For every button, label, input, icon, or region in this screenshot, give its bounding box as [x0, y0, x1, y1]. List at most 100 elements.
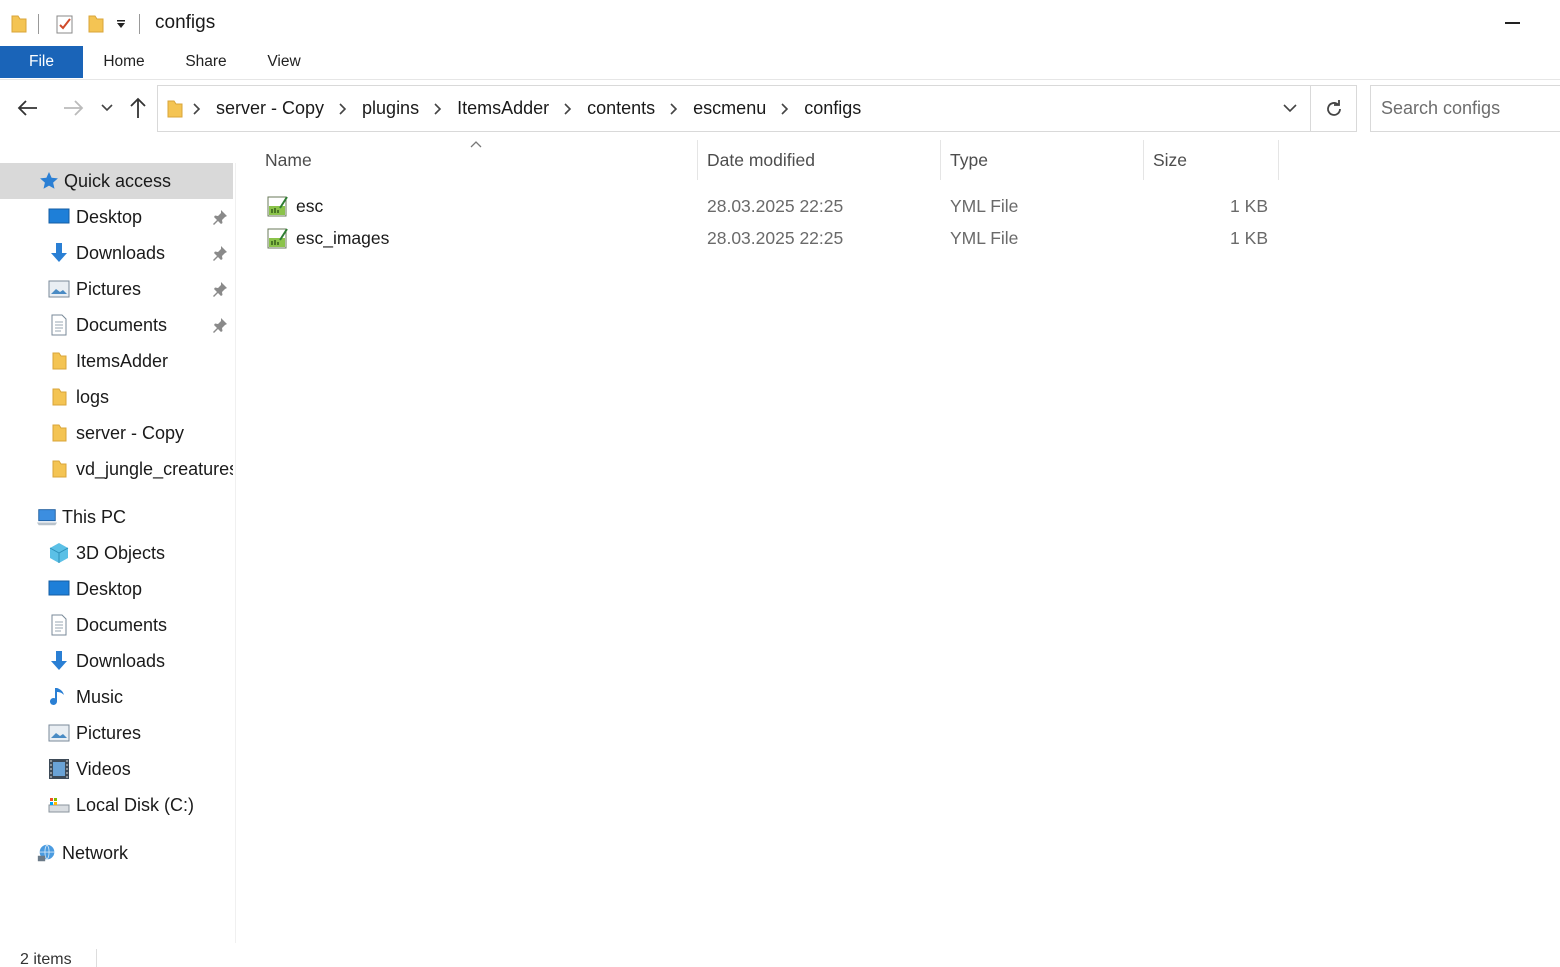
- sidebar-item-label: Network: [62, 842, 129, 863]
- tab-file[interactable]: File: [0, 46, 83, 78]
- search-input[interactable]: [1371, 86, 1560, 131]
- new-folder-icon[interactable]: [87, 14, 105, 34]
- sidebar-item-label: Downloads: [76, 242, 166, 263]
- file-size: 1 KB: [1230, 196, 1268, 216]
- local-disk-icon: [48, 794, 70, 816]
- minimize-button[interactable]: [1490, 8, 1534, 38]
- chevron-right-icon[interactable]: [778, 102, 792, 116]
- column-header-size[interactable]: Size: [1153, 138, 1187, 182]
- sidebar-item-quick-access[interactable]: Quick access: [0, 163, 233, 199]
- arrow-right-icon: [64, 100, 84, 116]
- column-header-date-modified[interactable]: Date modified: [707, 138, 815, 182]
- breadcrumb-escmenu[interactable]: escmenu: [687, 98, 772, 119]
- documents-icon: [48, 614, 70, 636]
- file-size: 1 KB: [1230, 228, 1268, 248]
- chevron-right-icon[interactable]: [431, 102, 445, 116]
- network-icon: [36, 842, 58, 864]
- sidebar-item-label: Pictures: [76, 278, 142, 299]
- file-row[interactable]: esc 28.03.2025 22:25 YML File 1 KB: [258, 190, 1288, 222]
- recent-locations-button[interactable]: [91, 92, 123, 124]
- chevron-right-icon[interactable]: [667, 102, 681, 116]
- pin-icon: [213, 282, 227, 297]
- pictures-icon: [48, 278, 70, 300]
- refresh-button[interactable]: [1310, 86, 1357, 131]
- tab-view[interactable]: View: [256, 46, 312, 78]
- documents-icon: [48, 314, 70, 336]
- sidebar-item-music[interactable]: Music: [0, 679, 233, 715]
- column-header-type[interactable]: Type: [950, 138, 988, 182]
- sidebar-item-local-disk[interactable]: Local Disk (C:): [0, 787, 233, 823]
- sidebar-item-downloads[interactable]: Downloads: [0, 235, 233, 271]
- file-name: esc_images: [296, 228, 390, 248]
- sidebar-item-server-copy[interactable]: server - Copy: [0, 415, 233, 451]
- folder-icon[interactable]: [10, 14, 28, 34]
- up-button[interactable]: [122, 92, 154, 124]
- search-box[interactable]: [1370, 85, 1560, 132]
- status-divider: [96, 949, 97, 967]
- sidebar-item-3d-objects[interactable]: 3D Objects: [0, 535, 233, 571]
- sidebar-item-documents-pc[interactable]: Documents: [0, 607, 233, 643]
- sidebar-item-documents[interactable]: Documents: [0, 307, 233, 343]
- sidebar-item-label: Music: [76, 686, 124, 707]
- file-date-modified: 28.03.2025 22:25: [707, 228, 844, 248]
- sidebar-item-label: Quick access: [64, 170, 172, 191]
- sidebar-item-label: logs: [76, 386, 110, 407]
- column-divider[interactable]: [697, 140, 698, 180]
- forward-button[interactable]: [57, 92, 89, 124]
- refresh-icon: [1327, 99, 1341, 116]
- tab-share[interactable]: Share: [176, 46, 236, 78]
- sidebar-item-label: vd_jungle_creatures1: [76, 458, 233, 479]
- folder-icon: [48, 458, 70, 480]
- sidebar-item-label: Videos: [76, 758, 131, 779]
- tab-home[interactable]: Home: [92, 46, 156, 78]
- sidebar-item-vd-jungle-creatures[interactable]: vd_jungle_creatures1: [0, 451, 233, 487]
- navigation-bar: server - Copy plugins ItemsAdder content…: [0, 80, 1560, 138]
- sidebar-item-label: server - Copy: [76, 422, 185, 443]
- yml-file-icon: [267, 196, 288, 217]
- breadcrumb: server - Copy plugins ItemsAdder content…: [158, 86, 867, 131]
- back-button[interactable]: [12, 92, 44, 124]
- sidebar-item-pictures-pc[interactable]: Pictures: [0, 715, 233, 751]
- sidebar-item-label: Documents: [76, 314, 168, 335]
- folder-icon: [167, 100, 183, 117]
- sidebar-item-logs[interactable]: logs: [0, 379, 233, 415]
- breadcrumb-itemsadder[interactable]: ItemsAdder: [451, 98, 555, 119]
- desktop-icon: [48, 578, 70, 600]
- sidebar-item-label: 3D Objects: [76, 542, 166, 563]
- downloads-icon: [48, 650, 70, 672]
- file-row[interactable]: esc_images 28.03.2025 22:25 YML File 1 K…: [258, 222, 1288, 254]
- sidebar-item-this-pc[interactable]: This PC: [0, 499, 233, 535]
- properties-icon[interactable]: [55, 13, 75, 35]
- star-icon: [38, 170, 60, 192]
- sidebar-item-desktop[interactable]: Desktop: [0, 199, 233, 235]
- customize-toolbar-icon[interactable]: [115, 18, 127, 30]
- sidebar-item-network[interactable]: Network: [0, 835, 233, 871]
- column-divider[interactable]: [1278, 140, 1279, 180]
- status-bar: 2 items: [0, 945, 1560, 967]
- sidebar-item-desktop-pc[interactable]: Desktop: [0, 571, 233, 607]
- sidebar-item-label: This PC: [62, 506, 127, 527]
- sidebar-item-downloads-pc[interactable]: Downloads: [0, 643, 233, 679]
- breadcrumb-contents[interactable]: contents: [581, 98, 661, 119]
- sidebar-item-videos[interactable]: Videos: [0, 751, 233, 787]
- column-divider[interactable]: [1143, 140, 1144, 180]
- file-type: YML File: [950, 228, 1019, 248]
- chevron-right-icon[interactable]: [336, 102, 350, 116]
- address-history-button[interactable]: [1270, 86, 1310, 131]
- sidebar-item-label: Pictures: [76, 722, 142, 743]
- chevron-right-icon[interactable]: [190, 102, 204, 116]
- ribbon-tabs: File Home Share View: [0, 46, 1560, 80]
- sidebar-item-label: Downloads: [76, 650, 166, 671]
- breadcrumb-plugins[interactable]: plugins: [356, 98, 425, 119]
- breadcrumb-configs[interactable]: configs: [798, 98, 867, 119]
- pin-icon: [213, 246, 227, 261]
- minimize-icon: [1504, 22, 1520, 24]
- sidebar-item-pictures[interactable]: Pictures: [0, 271, 233, 307]
- address-bar[interactable]: server - Copy plugins ItemsAdder content…: [157, 85, 1357, 132]
- column-headers: Name Date modified Type Size: [236, 138, 1560, 182]
- breadcrumb-server-copy[interactable]: server - Copy: [210, 98, 330, 119]
- chevron-right-icon[interactable]: [561, 102, 575, 116]
- column-header-name[interactable]: Name: [265, 138, 312, 182]
- sidebar-item-itemsadder[interactable]: ItemsAdder: [0, 343, 233, 379]
- column-divider[interactable]: [940, 140, 941, 180]
